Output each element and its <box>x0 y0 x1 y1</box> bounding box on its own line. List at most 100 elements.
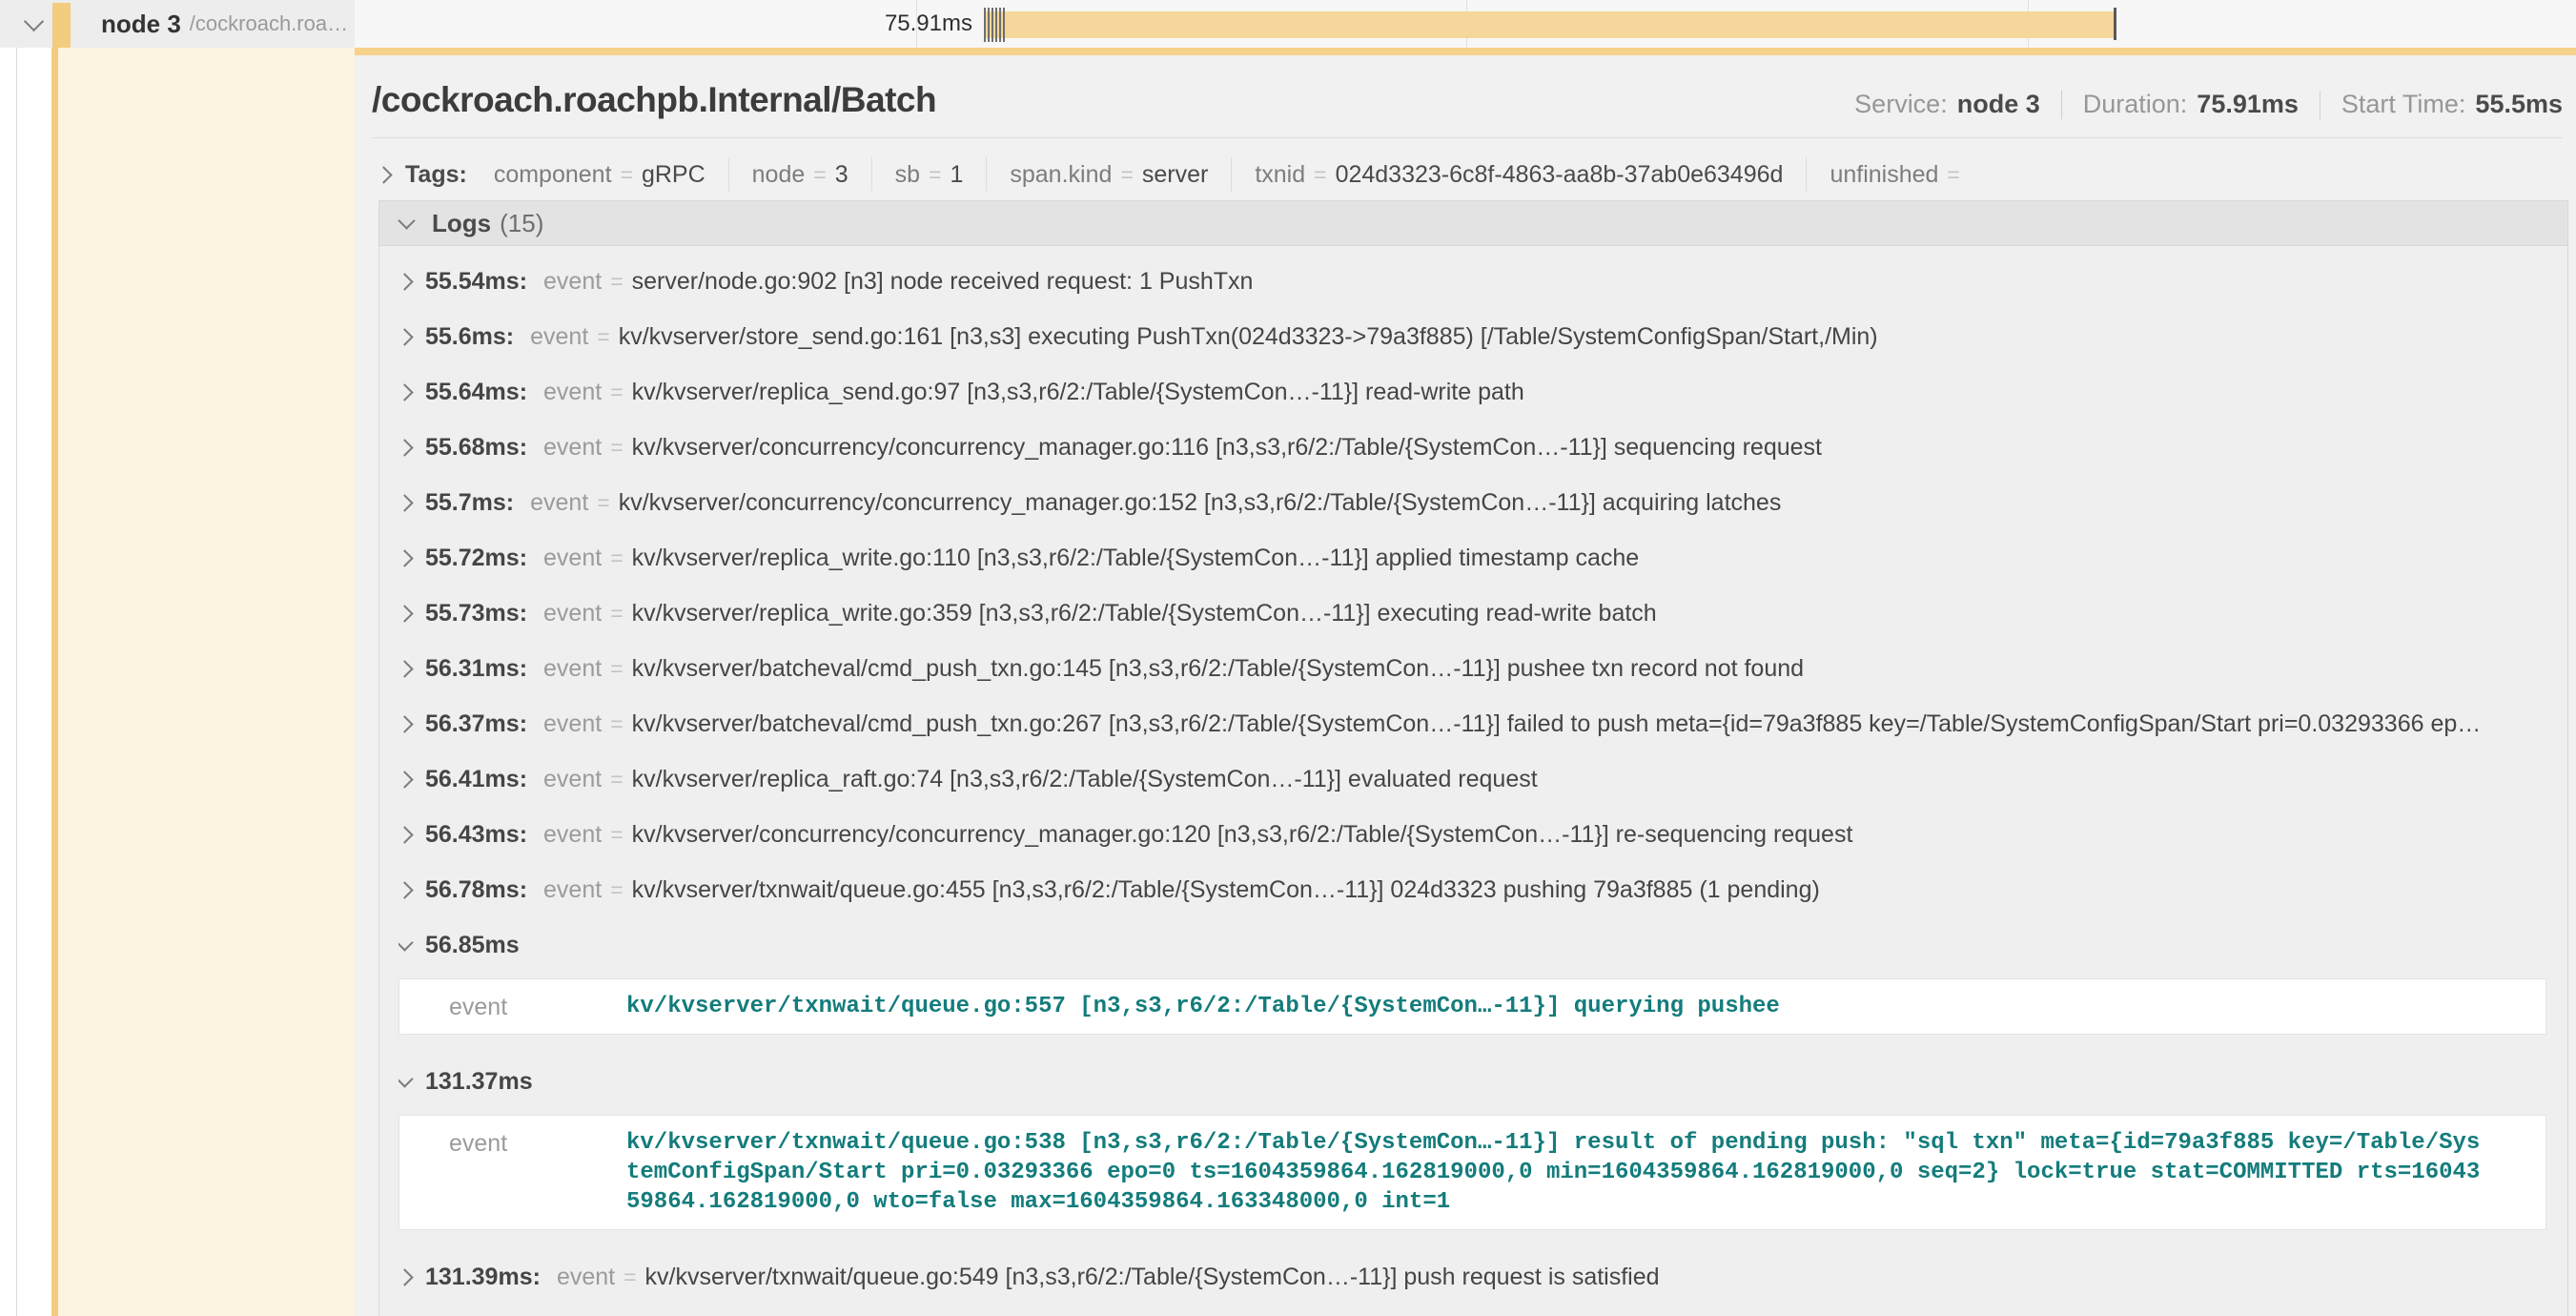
log-row[interactable]: 56.31ms: event = kv/kvserver/batcheval/cmd_… <box>399 641 2567 696</box>
chevron-right-icon[interactable] <box>399 549 414 566</box>
overview-item: Start Time:55.5ms <box>2341 90 2563 119</box>
span-color-bar <box>52 3 71 48</box>
chevron-right-icon[interactable] <box>375 166 392 183</box>
span-detail-title: /cockroach.roachpb.Internal/Batch <box>372 80 936 120</box>
overview-item: Duration:75.91ms <box>2083 90 2299 119</box>
log-equals: = <box>610 435 623 461</box>
log-field-key: event <box>543 655 602 683</box>
log-field-key: event <box>543 600 602 627</box>
chevron-down-icon[interactable] <box>399 934 414 951</box>
chevron-down-icon[interactable] <box>398 212 415 229</box>
log-field-value: kv/kvserver/replica_write.go:110 [n3,s3,… <box>632 545 1640 572</box>
log-equals: = <box>610 656 623 682</box>
logs-title: Logs <box>432 209 491 238</box>
trace-span-detail-view: node 3 /cockroach.roach… 75.91ms /cockro… <box>0 0 2576 1316</box>
log-tick-marker <box>995 8 997 42</box>
log-row[interactable]: 131.39ms:event=kv/kvserver/txnwait/queue… <box>399 1249 2567 1305</box>
log-row[interactable]: 56.43ms:event=kv/kvserver/concurrency/co… <box>399 807 2567 862</box>
tag-divider <box>871 157 872 192</box>
log-field-key: event <box>543 379 602 406</box>
log-detail-value: kv/kvserver/txnwait/queue.go:538 [n3,s3,… <box>626 1128 2481 1217</box>
selected-span-highlight-column <box>58 48 355 1316</box>
span-detail-panel: /cockroach.roachpb.Internal/Batch Servic… <box>355 55 2576 1316</box>
log-field-value: kv/kvserver/replica_send.go:97 [n3,s3,r6… <box>632 379 1524 406</box>
log-timestamp: 55.7ms: <box>425 489 514 517</box>
log-field-value: kv/kvserver/txnwait/queue.go:549 [n3,s3,… <box>645 1264 1660 1291</box>
chevron-right-icon[interactable] <box>399 605 414 622</box>
tag-item[interactable]: component=gRPC <box>494 161 705 189</box>
tags-section-header[interactable]: Tags: component=gRPCnode=3sb=1span.kind=… <box>378 154 2563 195</box>
log-row[interactable]: 56.37ms:event=kv/kvserver/batcheval/cmd_… <box>399 696 2567 751</box>
span-duration-bar[interactable] <box>984 11 2115 38</box>
logs-section-header[interactable]: Logs (15) <box>379 201 2567 246</box>
overview-label: Duration: <box>2083 90 2188 119</box>
log-tick-marker-end <box>2114 8 2116 40</box>
tag-key: component <box>494 161 612 189</box>
tag-item[interactable]: span.kind=server <box>1010 161 1208 189</box>
log-timestamp: 56.43ms: <box>425 821 527 849</box>
log-row[interactable]: 55.68ms:event=kv/kvserver/concurrency/co… <box>399 420 2567 475</box>
log-equals: = <box>610 601 623 627</box>
timeline-row[interactable]: 75.91ms <box>355 0 2576 48</box>
tag-equals: = <box>1947 162 1959 188</box>
chevron-right-icon[interactable] <box>399 494 414 511</box>
log-field-key: event <box>543 821 602 849</box>
tag-item[interactable]: unfinished= <box>1830 161 1968 189</box>
log-timestamp: 131.37ms <box>425 1068 533 1096</box>
log-row[interactable]: 56.78ms:event=kv/kvserver/txnwait/queue.… <box>399 862 2567 917</box>
log-row[interactable]: 131.37ms <box>399 1054 2567 1109</box>
log-timestamp: 55.64ms: <box>425 379 527 406</box>
chevron-right-icon[interactable] <box>399 383 414 401</box>
log-detail-row: eventkv/kvserver/txnwait/queue.go:557 [n… <box>399 992 2545 1021</box>
overview-divider <box>2061 91 2062 119</box>
log-timestamp: 131.39ms: <box>425 1264 541 1291</box>
log-row[interactable]: 55.54ms:event=server/node.go:902 [n3] no… <box>399 254 2567 309</box>
tag-key: span.kind <box>1010 161 1112 189</box>
chevron-down-icon[interactable] <box>399 1070 414 1087</box>
chevron-right-icon[interactable] <box>399 273 414 290</box>
log-timestamp: 55.68ms: <box>425 434 527 462</box>
log-detail-row: eventkv/kvserver/txnwait/queue.go:538 [n… <box>399 1128 2545 1217</box>
tag-divider <box>1806 157 1807 192</box>
log-row[interactable]: 55.7ms:event=kv/kvserver/concurrency/con… <box>399 475 2567 530</box>
log-timestamp: 56.31ms: <box>425 655 527 683</box>
chevron-down-icon[interactable] <box>24 10 44 31</box>
chevron-right-icon[interactable] <box>399 881 414 898</box>
log-field-value: kv/kvserver/replica_write.go:359 [n3,s3,… <box>632 600 1657 627</box>
log-row[interactable]: 55.72ms:event=kv/kvserver/replica_write.… <box>399 530 2567 586</box>
log-row[interactable]: 56.41ms:event=kv/kvserver/replica_raft.g… <box>399 751 2567 807</box>
log-field-value: kv/kvserver/txnwait/queue.go:455 [n3,s3,… <box>632 876 1820 904</box>
logs-section: Logs (15) 55.54ms:event=server/node.go:9… <box>378 200 2568 1316</box>
tag-value: 3 <box>835 161 848 189</box>
chevron-right-icon[interactable] <box>399 826 414 843</box>
log-field-value: kv/kvserver/concurrency/concurrency_mana… <box>632 434 1822 462</box>
chevron-right-icon[interactable] <box>399 715 414 732</box>
title-divider <box>372 137 2563 138</box>
log-equals: = <box>610 877 623 903</box>
chevron-right-icon[interactable] <box>399 328 414 345</box>
log-row[interactable]: 55.6ms:event=kv/kvserver/store_send.go:1… <box>399 309 2567 364</box>
log-tick-marker <box>999 8 1001 42</box>
tag-value: gRPC <box>642 161 705 189</box>
log-timestamp: 55.6ms: <box>425 323 514 351</box>
log-row[interactable]: 55.64ms:event=kv/kvserver/replica_send.g… <box>399 364 2567 420</box>
tag-equals: = <box>813 162 826 188</box>
tag-item[interactable]: txnid=024d3323-6c8f-4863-aa8b-37ab0e6349… <box>1255 161 1783 189</box>
tag-value: server <box>1142 161 1208 189</box>
tag-item[interactable]: sb=1 <box>895 161 964 189</box>
tag-item[interactable]: node=3 <box>752 161 848 189</box>
tag-key: sb <box>895 161 920 189</box>
chevron-right-icon[interactable] <box>399 1268 414 1285</box>
log-timestamp: 56.37ms: <box>425 710 527 738</box>
log-row[interactable]: 56.85ms <box>399 917 2567 973</box>
tag-value: 024d3323-6c8f-4863-aa8b-37ab0e63496d <box>1336 161 1784 189</box>
span-name-row[interactable]: node 3 /cockroach.roach… <box>0 0 355 48</box>
log-tick-marker <box>988 8 990 42</box>
span-overview: Service:node 3 Duration:75.91ms Start Time… <box>1854 90 2563 119</box>
chevron-right-icon[interactable] <box>399 439 414 456</box>
log-field-value: kv/kvserver/batcheval/cmd_push_txn.go:14… <box>632 655 1804 683</box>
chevron-right-icon[interactable] <box>399 771 414 788</box>
chevron-right-icon[interactable] <box>399 660 414 677</box>
log-row[interactable]: 55.73ms:event=kv/kvserver/replica_write.… <box>399 586 2567 641</box>
overview-item: Service:node 3 <box>1854 90 2040 119</box>
